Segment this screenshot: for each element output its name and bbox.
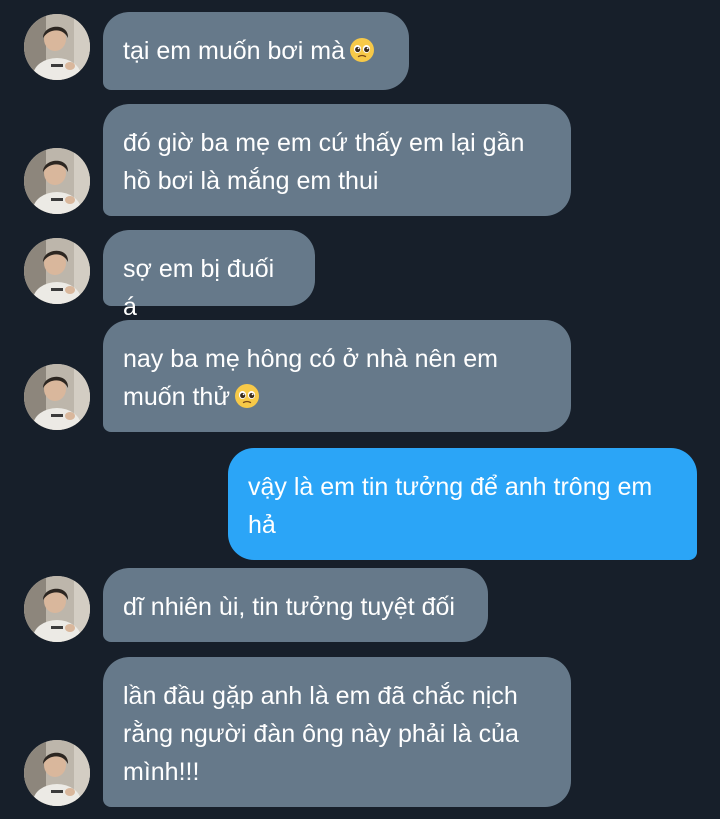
contact-avatar[interactable]: [24, 576, 90, 642]
message-text: nay ba mẹ hông có ở nhà nên em muốn thử: [123, 345, 498, 411]
contact-avatar[interactable]: [24, 238, 90, 304]
message-text: vậy là em tin tưởng để anh trông em hả: [248, 473, 653, 539]
message-bubble-incoming[interactable]: tại em muốn bơi mà: [103, 12, 409, 90]
pleading-face-emoji-icon: [349, 37, 375, 63]
message-bubble-incoming[interactable]: nay ba mẹ hông có ở nhà nên em muốn thử: [103, 320, 571, 432]
avatar-photo-icon: [24, 238, 90, 304]
message-text: tại em muốn bơi mà: [123, 37, 346, 65]
contact-avatar[interactable]: [24, 14, 90, 80]
message-bubble-incoming[interactable]: dĩ nhiên ùi, tin tưởng tuyệt đối: [103, 568, 488, 642]
avatar-photo-icon: [24, 364, 90, 430]
contact-avatar[interactable]: [24, 148, 90, 214]
message-text: lần đầu gặp anh là em đã chắc nịch rằng …: [123, 682, 519, 786]
message-bubble-incoming[interactable]: sợ em bị đuối á: [103, 230, 315, 321]
contact-avatar[interactable]: [24, 740, 90, 806]
message-text: đó giờ ba mẹ em cứ thấy em lại gần hồ bơ…: [123, 129, 525, 195]
message-bubble-outgoing[interactable]: vậy là em tin tưởng để anh trông em hả: [228, 448, 697, 560]
avatar-photo-icon: [24, 148, 90, 214]
avatar-photo-icon: [24, 14, 90, 80]
message-text: sợ em bị đuối á: [123, 255, 275, 321]
avatar-photo-icon: [24, 576, 90, 642]
avatar-photo-icon: [24, 740, 90, 806]
pleading-face-emoji-icon: [234, 383, 260, 409]
contact-avatar[interactable]: [24, 364, 90, 430]
message-text: dĩ nhiên ùi, tin tưởng tuyệt đối: [123, 593, 455, 621]
message-bubble-incoming[interactable]: lần đầu gặp anh là em đã chắc nịch rằng …: [103, 657, 571, 807]
message-bubble-incoming[interactable]: đó giờ ba mẹ em cứ thấy em lại gần hồ bơ…: [103, 104, 571, 216]
